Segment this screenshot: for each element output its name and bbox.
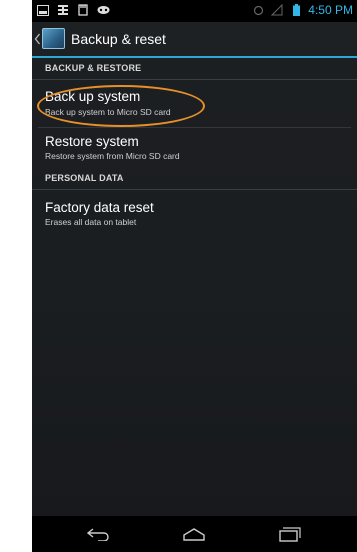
section-label: BACKUP & RESTORE: [45, 63, 142, 73]
item-subtitle: Restore system from Micro SD card: [45, 151, 180, 161]
status-bar: 4:50 PM: [32, 0, 357, 22]
section-label: PERSONAL DATA: [45, 173, 124, 183]
clock: 4:50 PM: [308, 3, 353, 17]
sd-card-notification-icon: [76, 3, 90, 17]
settings-app-icon[interactable]: [42, 28, 65, 49]
restore-system-item[interactable]: Restore system Restore system from Micro…: [32, 128, 357, 168]
up-navigation-icon[interactable]: [34, 32, 41, 50]
home-icon[interactable]: [174, 524, 214, 544]
item-subtitle: Erases all data on tablet: [45, 217, 137, 227]
factory-data-reset-item[interactable]: Factory data reset Erases all data on ta…: [32, 190, 357, 234]
battery-icon: [289, 3, 303, 17]
section-header-backup-restore: BACKUP & RESTORE: [32, 58, 357, 80]
tablet-device: 4:50 PM Backup & reset BACKUP & RESTORE …: [32, 0, 357, 552]
item-title: Factory data reset: [45, 200, 154, 215]
game-controller-notification-icon: [96, 3, 110, 17]
image-notification-icon: [36, 3, 50, 17]
back-icon[interactable]: [78, 524, 118, 544]
system-status-icons: 4:50 PM: [251, 3, 353, 17]
navigation-bar: [32, 516, 357, 552]
page-title: Backup & reset: [71, 31, 166, 47]
notification-icons: [36, 3, 110, 17]
keyboard-notification-icon: [56, 3, 70, 17]
action-bar: Backup & reset: [32, 22, 357, 58]
section-header-personal-data: PERSONAL DATA: [32, 168, 357, 190]
sync-icon: [251, 3, 265, 17]
screen: 4:50 PM Backup & reset BACKUP & RESTORE …: [32, 0, 357, 516]
recent-apps-icon[interactable]: [270, 524, 310, 544]
signal-icon: [270, 3, 284, 17]
item-title: Restore system: [45, 134, 139, 149]
highlight-annotation: [37, 85, 205, 127]
